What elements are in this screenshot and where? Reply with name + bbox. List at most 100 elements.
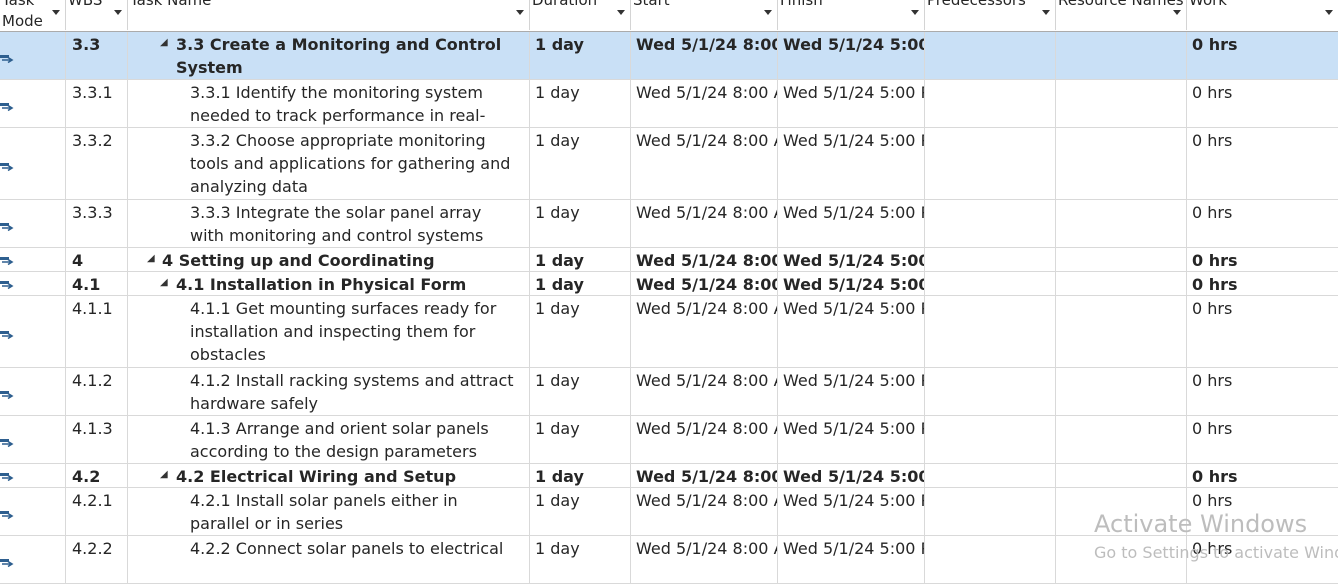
duration-cell[interactable]: 1 day — [530, 464, 631, 487]
header-resource-names[interactable]: Resource Names — [1056, 0, 1187, 30]
task-mode-cell[interactable] — [0, 416, 66, 463]
duration-cell[interactable]: 1 day — [530, 296, 631, 367]
wbs-cell[interactable]: 4.2.1 — [66, 488, 128, 535]
predecessors-cell[interactable] — [925, 32, 1056, 79]
header-task-name[interactable]: Task Name — [128, 0, 530, 30]
task-mode-cell[interactable] — [0, 32, 66, 79]
duration-cell[interactable]: 1 day — [530, 248, 631, 271]
task-mode-cell[interactable] — [0, 248, 66, 271]
duration-cell[interactable]: 1 day — [530, 128, 631, 199]
finish-cell[interactable]: Wed 5/1/24 5:00 PM — [778, 296, 925, 367]
dropdown-arrow-icon[interactable] — [1173, 10, 1181, 15]
table-row[interactable]: 4.2 ◢ 4.2 Electrical Wiring and Setup 1 day… — [0, 464, 1338, 488]
collapse-triangle-icon[interactable]: ◢ — [160, 469, 168, 481]
resource-names-cell[interactable] — [1056, 272, 1187, 295]
duration-cell[interactable]: 1 day — [530, 416, 631, 463]
duration-cell[interactable]: 1 day — [530, 488, 631, 535]
finish-cell[interactable]: Wed 5/1/24 5:00 PM — [778, 488, 925, 535]
dropdown-arrow-icon[interactable] — [764, 10, 772, 15]
task-name-cell[interactable]: ◢ 4.1 Installation in Physical Form — [128, 272, 530, 295]
predecessors-cell[interactable] — [925, 296, 1056, 367]
wbs-cell[interactable]: 4.2 — [66, 464, 128, 487]
resource-names-cell[interactable] — [1056, 32, 1187, 79]
task-mode-cell[interactable] — [0, 200, 66, 247]
task-name-cell[interactable]: 3.3.1 Identify the monitoring system nee… — [128, 80, 530, 127]
finish-cell[interactable]: Wed 5/1/24 5:00 PM — [778, 536, 925, 583]
work-cell[interactable]: 0 hrs — [1187, 272, 1338, 295]
resource-names-cell[interactable] — [1056, 416, 1187, 463]
finish-cell[interactable]: Wed 5/1/24 5:00 PM — [778, 80, 925, 127]
table-row[interactable]: 4 ◢ 4 Setting up and Coordinating 1 day Wed … — [0, 248, 1338, 272]
work-cell[interactable]: 0 hrs — [1187, 200, 1338, 247]
task-mode-cell[interactable] — [0, 296, 66, 367]
predecessors-cell[interactable] — [925, 272, 1056, 295]
task-mode-cell[interactable] — [0, 80, 66, 127]
start-cell[interactable]: Wed 5/1/24 8:00 — [631, 464, 778, 487]
start-cell[interactable]: Wed 5/1/24 8:00 AM — [631, 488, 778, 535]
task-mode-cell[interactable] — [0, 368, 66, 415]
header-wbs[interactable]: WBS — [66, 0, 128, 30]
header-task-mode[interactable]: Task Mode — [0, 0, 66, 30]
work-cell[interactable]: 0 hrs — [1187, 128, 1338, 199]
finish-cell[interactable]: Wed 5/1/24 5:00 PM — [778, 200, 925, 247]
finish-cell[interactable]: Wed 5/1/24 5:00 PM — [778, 368, 925, 415]
task-name-cell[interactable]: ◢ 3.3 Create a Monitoring and Control Sys… — [128, 32, 530, 79]
table-row[interactable]: 3.3 ◢ 3.3 Create a Monitoring and Control … — [0, 32, 1338, 80]
table-row[interactable]: 3.3.3 3.3.3 Integrate the solar panel arr… — [0, 200, 1338, 248]
task-mode-cell[interactable] — [0, 128, 66, 199]
header-start[interactable]: Start — [631, 0, 778, 30]
collapse-triangle-icon[interactable]: ◢ — [160, 277, 168, 289]
task-mode-cell[interactable] — [0, 464, 66, 487]
task-name-cell[interactable]: ◢ 4.2 Electrical Wiring and Setup — [128, 464, 530, 487]
start-cell[interactable]: Wed 5/1/24 8:00 — [631, 248, 778, 271]
table-row[interactable]: 3.3.1 3.3.1 Identify the monitoring syste… — [0, 80, 1338, 128]
wbs-cell[interactable]: 4.1.2 — [66, 368, 128, 415]
start-cell[interactable]: Wed 5/1/24 8:00 — [631, 272, 778, 295]
work-cell[interactable]: 0 hrs — [1187, 248, 1338, 271]
task-name-cell[interactable]: 4.2.1 Install solar panels either in par… — [128, 488, 530, 535]
table-row[interactable]: 4.1 ◢ 4.1 Installation in Physical Form 1 d… — [0, 272, 1338, 296]
task-mode-cell[interactable] — [0, 488, 66, 535]
wbs-cell[interactable]: 3.3.3 — [66, 200, 128, 247]
wbs-cell[interactable]: 4.2.2 — [66, 536, 128, 583]
dropdown-arrow-icon[interactable] — [1325, 10, 1333, 15]
work-cell[interactable]: 0 hrs — [1187, 368, 1338, 415]
start-cell[interactable]: Wed 5/1/24 8:00 AM — [631, 200, 778, 247]
work-cell[interactable]: 0 hrs — [1187, 416, 1338, 463]
duration-cell[interactable]: 1 day — [530, 200, 631, 247]
finish-cell[interactable]: Wed 5/1/24 5:00 — [778, 272, 925, 295]
predecessors-cell[interactable] — [925, 416, 1056, 463]
wbs-cell[interactable]: 3.3.1 — [66, 80, 128, 127]
table-row[interactable]: 4.1.1 4.1.1 Get mounting surfaces ready f… — [0, 296, 1338, 368]
finish-cell[interactable]: Wed 5/1/24 5:00 — [778, 248, 925, 271]
start-cell[interactable]: Wed 5/1/24 8:00 — [631, 32, 778, 79]
predecessors-cell[interactable] — [925, 536, 1056, 583]
start-cell[interactable]: Wed 5/1/24 8:00 AM — [631, 416, 778, 463]
predecessors-cell[interactable] — [925, 464, 1056, 487]
collapse-triangle-icon[interactable]: ◢ — [147, 253, 155, 265]
wbs-cell[interactable]: 3.3 — [66, 32, 128, 79]
finish-cell[interactable]: Wed 5/1/24 5:00 PM — [778, 416, 925, 463]
resource-names-cell[interactable] — [1056, 464, 1187, 487]
collapse-triangle-icon[interactable]: ◢ — [160, 37, 168, 49]
start-cell[interactable]: Wed 5/1/24 8:00 AM — [631, 368, 778, 415]
predecessors-cell[interactable] — [925, 488, 1056, 535]
wbs-cell[interactable]: 4.1 — [66, 272, 128, 295]
dropdown-arrow-icon[interactable] — [1042, 10, 1050, 15]
work-cell[interactable]: 0 hrs — [1187, 296, 1338, 367]
task-name-cell[interactable]: 4.2.2 Connect solar panels to electrical — [128, 536, 530, 583]
header-predecessors[interactable]: Predecessors — [925, 0, 1056, 30]
resource-names-cell[interactable] — [1056, 128, 1187, 199]
dropdown-arrow-icon[interactable] — [52, 10, 60, 15]
dropdown-arrow-icon[interactable] — [911, 10, 919, 15]
header-duration[interactable]: Duration — [530, 0, 631, 30]
predecessors-cell[interactable] — [925, 368, 1056, 415]
task-name-cell[interactable]: 3.3.3 Integrate the solar panel array wi… — [128, 200, 530, 247]
task-mode-cell[interactable] — [0, 272, 66, 295]
task-name-cell[interactable]: 3.3.2 Choose appropriate monitoring tool… — [128, 128, 530, 199]
duration-cell[interactable]: 1 day — [530, 368, 631, 415]
task-name-cell[interactable]: 4.1.2 Install racking systems and attrac… — [128, 368, 530, 415]
predecessors-cell[interactable] — [925, 248, 1056, 271]
task-mode-cell[interactable] — [0, 536, 66, 583]
header-work[interactable]: Work — [1187, 0, 1338, 30]
